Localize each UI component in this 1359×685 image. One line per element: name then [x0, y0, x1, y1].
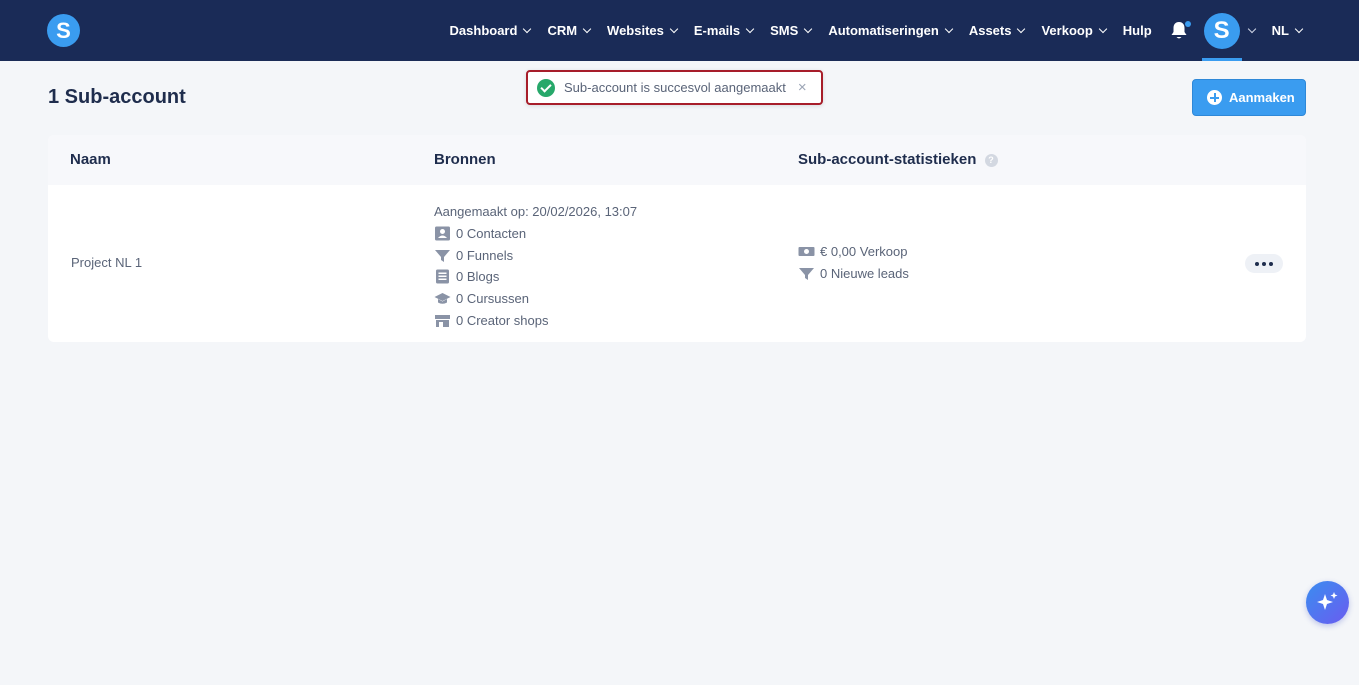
dot [1262, 261, 1266, 266]
contacts-icon [435, 226, 450, 241]
plus-circle-icon [1207, 90, 1222, 105]
nav-assets[interactable]: Assets [968, 23, 1026, 38]
source-creator-shops: 0 Creator shops [434, 309, 637, 331]
chevron-down-icon [1294, 24, 1304, 34]
graduation-cap-icon [434, 293, 451, 304]
shop-icon [435, 314, 450, 327]
column-header-stats-label: Sub-account-statistieken [798, 151, 977, 168]
nav-label: SMS [770, 23, 799, 38]
column-header-name[interactable]: Naam [70, 151, 111, 168]
column-header-stats: Sub-account-statistieken ? [798, 151, 998, 168]
created-date-text: Aangemaakt op: 20/02/2026, 13:07 [434, 204, 638, 220]
close-icon[interactable]: × [798, 79, 807, 96]
sub-account-name[interactable]: Project NL 1 [71, 255, 142, 270]
stats-cell: € 0,00 Verkoop 0 Nieuwe leads [798, 241, 909, 284]
main-nav: Dashboard CRM Websites E-mails SMS Autom… [433, 0, 1304, 61]
source-text: 0 Blogs [456, 269, 500, 285]
chevron-down-icon [944, 24, 954, 34]
chevron-down-icon [1247, 24, 1256, 34]
dot [1269, 261, 1273, 266]
chevron-down-icon [523, 24, 532, 34]
avatar[interactable]: S [1203, 12, 1240, 49]
nav-automatiseringen[interactable]: Automatiseringen [828, 23, 954, 38]
notification-dot [1184, 20, 1191, 27]
source-courses: 0 Cursussen [434, 288, 637, 310]
nav-label: Hulp [1122, 23, 1152, 38]
help-icon[interactable]: ? [984, 153, 998, 167]
stat-text: € 0,00 Verkoop [820, 244, 908, 260]
page-title: 1 Sub-account [48, 86, 186, 108]
check-circle-icon [537, 78, 555, 97]
sources-cell: Aangemaakt op: 20/02/2026, 13:07 0 Conta… [434, 201, 637, 331]
source-text: 0 Creator shops [456, 312, 549, 328]
logo[interactable]: S [47, 14, 80, 47]
nav-label: CRM [547, 23, 578, 38]
dot [1255, 261, 1259, 266]
chevron-down-icon [804, 24, 813, 34]
language-selector[interactable]: NL [1271, 23, 1304, 38]
account-menu[interactable]: S [1201, 0, 1256, 61]
funnel-icon [435, 249, 450, 262]
nav-label: Verkoop [1041, 23, 1093, 38]
chevron-down-icon [582, 24, 592, 34]
blog-icon [436, 269, 449, 284]
bell-icon[interactable] [1170, 20, 1191, 41]
funnel-icon [799, 268, 814, 281]
money-icon [798, 247, 815, 257]
top-navigation-bar: S Dashboard CRM Websites E-mails SMS Aut… [0, 0, 1359, 61]
nav-label: Websites [607, 23, 664, 38]
stat-new-leads: 0 Nieuwe leads [798, 263, 909, 285]
create-button-label: Aanmaken [1229, 90, 1295, 105]
create-button[interactable]: Aanmaken [1192, 79, 1306, 116]
nav-verkoop[interactable]: Verkoop [1041, 23, 1108, 38]
chevron-down-icon [745, 24, 755, 34]
source-funnels: 0 Funnels [434, 244, 637, 266]
nav-label: E-mails [693, 23, 741, 38]
nav-sms[interactable]: SMS [770, 23, 813, 38]
created-date: Aangemaakt op: 20/02/2026, 13:07 [434, 201, 637, 223]
source-text: 0 Cursussen [456, 291, 529, 307]
nav-label: Assets [968, 23, 1012, 38]
sparkle-icon [1317, 592, 1338, 610]
table-row[interactable]: Project NL 1 Aangemaakt op: 20/02/2026, … [48, 185, 1306, 342]
nav-label: Automatiseringen [828, 23, 939, 38]
chevron-down-icon [669, 24, 679, 34]
source-contacts: 0 Contacten [434, 223, 637, 245]
nav-websites[interactable]: Websites [607, 23, 679, 38]
more-options-button[interactable] [1245, 254, 1283, 273]
chevron-down-icon [1017, 24, 1026, 34]
success-toast: Sub-account is succesvol aangemaakt × [526, 70, 823, 105]
nav-emails[interactable]: E-mails [693, 23, 755, 38]
nav-crm[interactable]: CRM [547, 23, 592, 38]
source-text: 0 Funnels [456, 247, 514, 263]
source-blogs: 0 Blogs [434, 266, 637, 288]
language-label: NL [1271, 23, 1289, 38]
table-header: Naam Bronnen Sub-account-statistieken ? [48, 135, 1306, 185]
column-header-sources[interactable]: Bronnen [434, 151, 496, 168]
stat-sales: € 0,00 Verkoop [798, 241, 909, 263]
chevron-down-icon [1098, 24, 1108, 34]
nav-hulp[interactable]: Hulp [1123, 23, 1152, 38]
ai-assistant-button[interactable] [1306, 581, 1349, 624]
active-indicator [1201, 58, 1242, 61]
nav-dashboard[interactable]: Dashboard [449, 23, 532, 38]
stat-text: 0 Nieuwe leads [820, 266, 909, 282]
nav-label: Dashboard [449, 23, 518, 38]
source-text: 0 Contacten [456, 226, 527, 242]
sub-account-table: Naam Bronnen Sub-account-statistieken ? … [48, 135, 1306, 342]
toast-message: Sub-account is succesvol aangemaakt [564, 80, 786, 95]
